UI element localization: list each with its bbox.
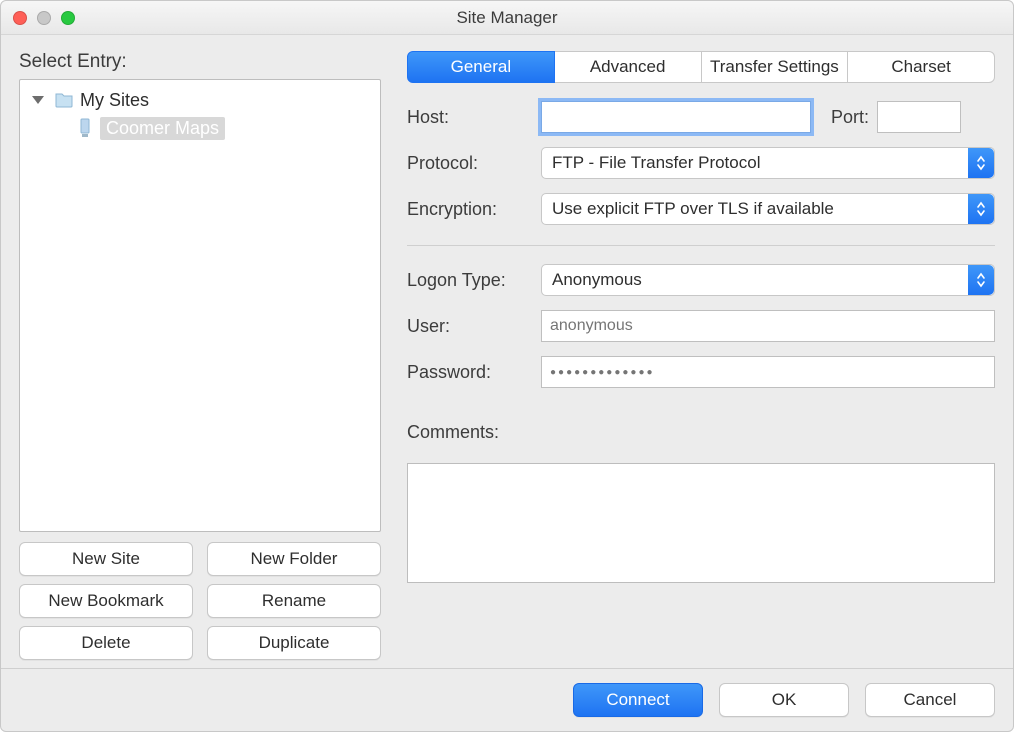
folder-icon xyxy=(54,91,74,109)
window-title: Site Manager xyxy=(1,8,1013,28)
footer: Connect OK Cancel xyxy=(1,668,1013,731)
port-label: Port: xyxy=(831,107,869,128)
password-label: Password: xyxy=(407,362,533,383)
protocol-value: FTP - File Transfer Protocol xyxy=(552,153,760,173)
site-manager-window: Site Manager Select Entry: My Sites Coom xyxy=(0,0,1014,732)
chevron-updown-icon xyxy=(968,148,994,178)
general-form: Host: Port: Protocol: FTP - File Transfe… xyxy=(407,101,995,583)
password-input xyxy=(541,356,995,388)
connect-button[interactable]: Connect xyxy=(573,683,703,717)
disclosure-triangle-icon[interactable] xyxy=(32,96,44,104)
chevron-updown-icon xyxy=(968,194,994,224)
tab-charset[interactable]: Charset xyxy=(848,51,995,83)
titlebar: Site Manager xyxy=(1,1,1013,35)
tree-item[interactable]: Coomer Maps xyxy=(24,114,376,142)
left-pane: Select Entry: My Sites Coomer Maps xyxy=(19,51,381,660)
delete-button[interactable]: Delete xyxy=(19,626,193,660)
logon-type-value: Anonymous xyxy=(552,270,642,290)
select-entry-label: Select Entry: xyxy=(19,51,381,73)
comments-label: Comments: xyxy=(407,422,995,443)
new-folder-button[interactable]: New Folder xyxy=(207,542,381,576)
protocol-label: Protocol: xyxy=(407,153,533,174)
tab-transfer[interactable]: Transfer Settings xyxy=(702,51,849,83)
right-pane: General Advanced Transfer Settings Chars… xyxy=(407,51,995,660)
logon-type-select[interactable]: Anonymous xyxy=(541,264,995,296)
tab-bar: General Advanced Transfer Settings Chars… xyxy=(407,51,995,83)
site-tree[interactable]: My Sites Coomer Maps xyxy=(19,79,381,532)
encryption-value: Use explicit FTP over TLS if available xyxy=(552,199,834,219)
protocol-select[interactable]: FTP - File Transfer Protocol xyxy=(541,147,995,179)
server-icon xyxy=(78,118,94,138)
tree-item-label: Coomer Maps xyxy=(100,117,225,140)
encryption-select[interactable]: Use explicit FTP over TLS if available xyxy=(541,193,995,225)
left-button-grid: New Site New Folder New Bookmark Rename … xyxy=(19,542,381,660)
new-site-button[interactable]: New Site xyxy=(19,542,193,576)
encryption-label: Encryption: xyxy=(407,199,533,220)
user-label: User: xyxy=(407,316,533,337)
chevron-updown-icon xyxy=(968,265,994,295)
tab-general[interactable]: General xyxy=(407,51,555,83)
duplicate-button[interactable]: Duplicate xyxy=(207,626,381,660)
new-bookmark-button[interactable]: New Bookmark xyxy=(19,584,193,618)
port-input[interactable] xyxy=(877,101,961,133)
tree-root[interactable]: My Sites xyxy=(24,86,376,114)
divider xyxy=(407,245,995,246)
user-input xyxy=(541,310,995,342)
host-input[interactable] xyxy=(541,101,811,133)
logon-type-label: Logon Type: xyxy=(407,270,533,291)
rename-button[interactable]: Rename xyxy=(207,584,381,618)
content-area: Select Entry: My Sites Coomer Maps xyxy=(1,35,1013,668)
tree-root-label: My Sites xyxy=(80,90,149,111)
comments-textarea[interactable] xyxy=(407,463,995,583)
ok-button[interactable]: OK xyxy=(719,683,849,717)
tab-advanced[interactable]: Advanced xyxy=(555,51,702,83)
host-label: Host: xyxy=(407,107,533,128)
cancel-button[interactable]: Cancel xyxy=(865,683,995,717)
